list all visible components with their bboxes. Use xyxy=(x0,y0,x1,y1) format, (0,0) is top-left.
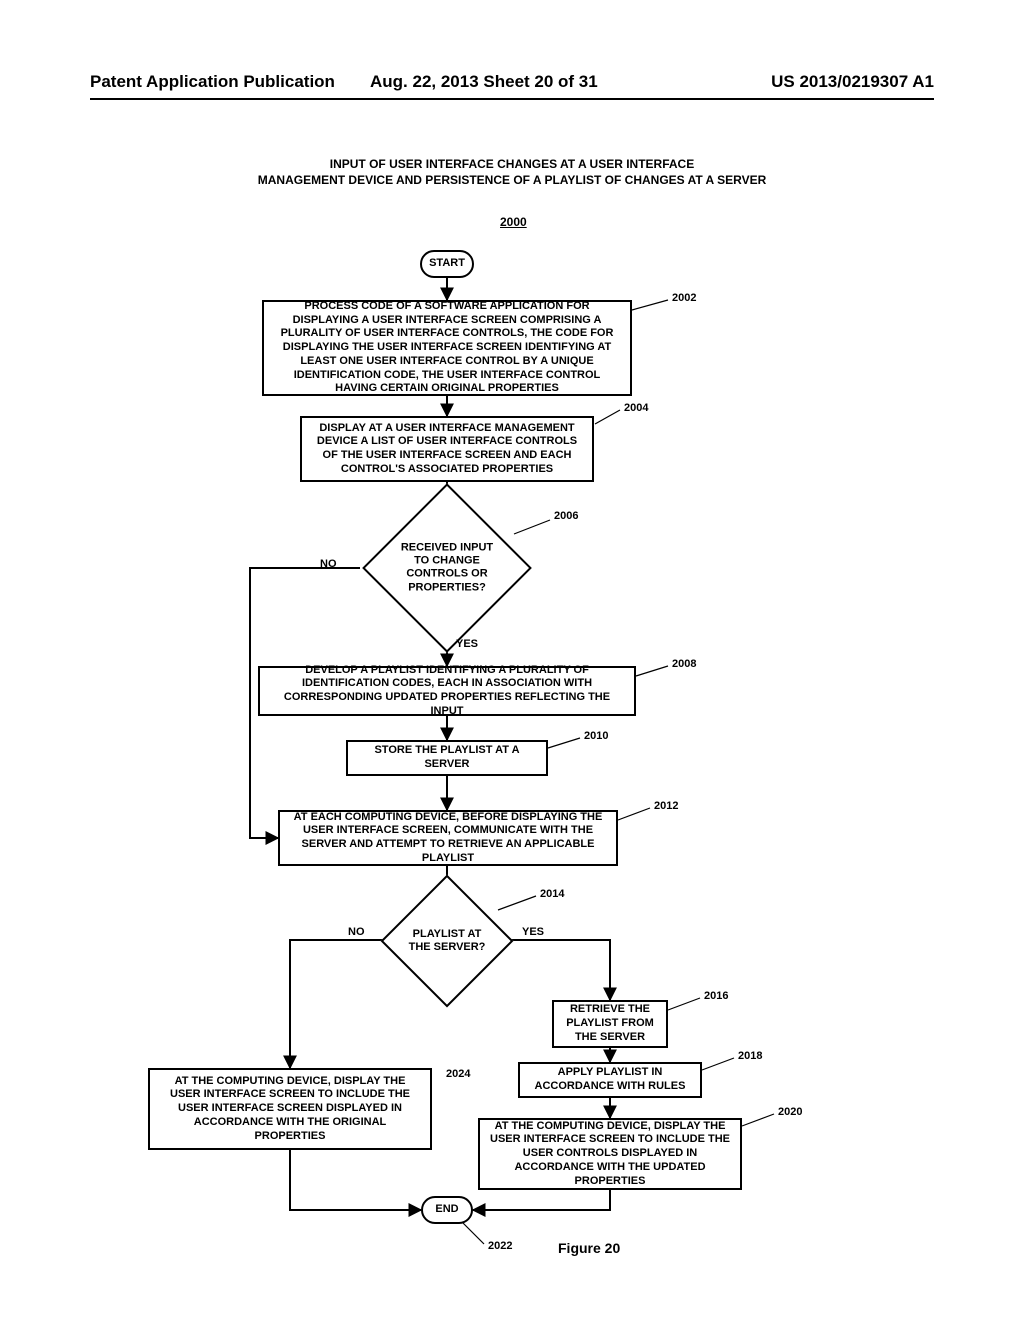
page: Patent Application Publication Aug. 22, … xyxy=(0,0,1024,1320)
box-2018-text: APPLY PLAYLIST IN ACCORDANCE WITH RULES xyxy=(528,1066,692,1094)
box-2012: AT EACH COMPUTING DEVICE, BEFORE DISPLAY… xyxy=(278,810,618,866)
box-2004: DISPLAY AT A USER INTERFACE MANAGEMENT D… xyxy=(300,416,594,482)
decision-2006: RECEIVED INPUT TO CHANGE CONTROLS OR PRO… xyxy=(387,508,507,628)
start-node: START xyxy=(420,250,474,278)
ref-2010: 2010 xyxy=(584,730,608,742)
box-2002-text: PROCESS CODE OF A SOFTWARE APPLICATION F… xyxy=(272,300,622,396)
label-yes-2014: YES xyxy=(522,926,544,938)
box-2008-text: DEVELOP A PLAYLIST IDENTIFYING A PLURALI… xyxy=(268,664,626,719)
ref-2020: 2020 xyxy=(778,1106,802,1118)
box-2024: AT THE COMPUTING DEVICE, DISPLAY THE USE… xyxy=(148,1068,432,1150)
box-2004-text: DISPLAY AT A USER INTERFACE MANAGEMENT D… xyxy=(310,422,584,477)
ref-2022: 2022 xyxy=(488,1240,512,1252)
figure-label: Figure 20 xyxy=(558,1240,620,1256)
box-2002: PROCESS CODE OF A SOFTWARE APPLICATION F… xyxy=(262,300,632,396)
label-no-2006: NO xyxy=(320,558,337,570)
box-2016: RETRIEVE THE PLAYLIST FROM THE SERVER xyxy=(552,1000,668,1048)
ref-2004: 2004 xyxy=(624,402,648,414)
end-node: END xyxy=(421,1196,473,1224)
ref-2008: 2008 xyxy=(672,658,696,670)
box-2018: APPLY PLAYLIST IN ACCORDANCE WITH RULES xyxy=(518,1062,702,1098)
ref-2018: 2018 xyxy=(738,1050,762,1062)
ref-2002: 2002 xyxy=(672,292,696,304)
label-no-2014: NO xyxy=(348,926,365,938)
box-2010-text: STORE THE PLAYLIST AT A SERVER xyxy=(356,744,538,772)
ref-2016: 2016 xyxy=(704,990,728,1002)
box-2020: AT THE COMPUTING DEVICE, DISPLAY THE USE… xyxy=(478,1118,742,1190)
box-2008: DEVELOP A PLAYLIST IDENTIFYING A PLURALI… xyxy=(258,666,636,716)
box-2016-text: RETRIEVE THE PLAYLIST FROM THE SERVER xyxy=(562,1003,658,1044)
ref-2012: 2012 xyxy=(654,800,678,812)
box-2010: STORE THE PLAYLIST AT A SERVER xyxy=(346,740,548,776)
box-2024-text: AT THE COMPUTING DEVICE, DISPLAY THE USE… xyxy=(158,1075,422,1144)
box-2012-text: AT EACH COMPUTING DEVICE, BEFORE DISPLAY… xyxy=(288,811,608,866)
ref-2014: 2014 xyxy=(540,888,564,900)
end-label: END xyxy=(435,1203,458,1217)
decision-2014: PLAYLIST AT THE SERVER? xyxy=(400,894,494,988)
start-label: START xyxy=(429,257,465,271)
label-yes-2006: YES xyxy=(456,638,478,650)
ref-2006: 2006 xyxy=(554,510,578,522)
box-2020-text: AT THE COMPUTING DEVICE, DISPLAY THE USE… xyxy=(488,1120,732,1189)
decision-2006-text: RECEIVED INPUT TO CHANGE CONTROLS OR PRO… xyxy=(393,542,501,595)
ref-2024: 2024 xyxy=(446,1068,470,1080)
decision-2014-text: PLAYLIST AT THE SERVER? xyxy=(405,928,490,954)
